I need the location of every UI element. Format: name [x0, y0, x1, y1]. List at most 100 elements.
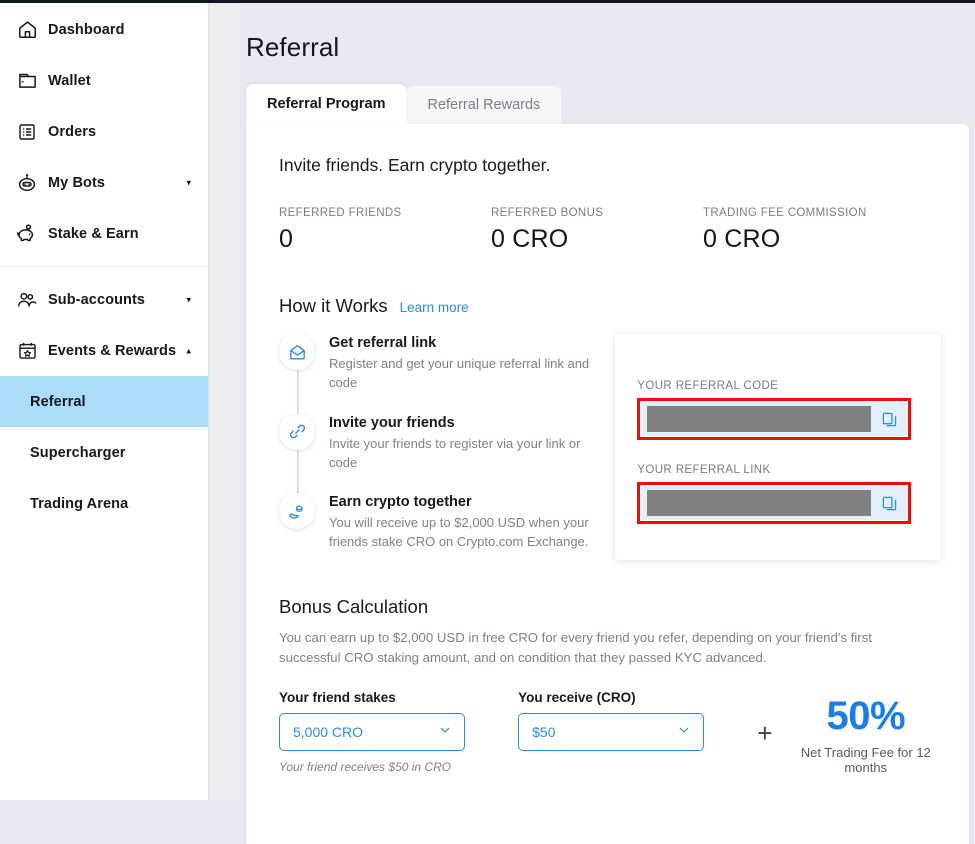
sidebar-item-sub-accounts[interactable]: Sub-accounts ▾ [0, 274, 208, 325]
referral-link-field[interactable] [641, 486, 907, 520]
you-receive-selected-value: $50 [532, 723, 556, 740]
referral-code-field[interactable] [641, 402, 907, 436]
you-receive-field-group: You receive (CRO) $50 [518, 689, 705, 751]
sidebar-item-label: My Bots [48, 174, 106, 191]
chevron-down-icon [438, 723, 452, 740]
stat-trading-fee-commission: TRADING FEE COMMISSION 0 CRO [703, 207, 867, 254]
chevron-down-icon [677, 723, 691, 740]
piggy-bank-icon [14, 221, 40, 247]
wallet-icon [14, 68, 40, 94]
sidebar-item-label: Orders [48, 123, 97, 140]
chain-link-icon [279, 413, 315, 450]
how-it-works-header: How it Works Learn more [279, 295, 941, 317]
friend-stake-select[interactable]: 5,000 CRO [279, 712, 466, 751]
stat-referred-friends: REFERRED FRIENDS 0 [279, 207, 491, 254]
friend-stake-label: Your friend stakes [279, 689, 396, 705]
chevron-up-icon[interactable]: ▴ [186, 346, 191, 355]
step-icon-column [279, 334, 321, 450]
stat-referred-bonus: REFERRED BONUS 0 CRO [491, 207, 703, 254]
bonus-calculation-section: Bonus Calculation You can earn up to $2,… [279, 596, 941, 775]
stat-label: REFERRED FRIENDS [279, 207, 402, 219]
bonus-calculation-description: You can earn up to $2,000 USD in free CR… [279, 630, 872, 666]
referral-code-label: YOUR REFERRAL CODE [637, 380, 779, 392]
chevron-down-icon[interactable]: ▾ [186, 178, 191, 187]
referral-code-redaction [647, 406, 871, 432]
you-receive-select[interactable]: $50 [518, 712, 705, 751]
copy-icon[interactable] [879, 495, 899, 512]
referral-link-label: YOUR REFERRAL LINK [637, 464, 771, 476]
referral-link-redaction [647, 490, 871, 516]
step-title: Earn crypto together [329, 494, 472, 511]
you-receive-label: You receive (CRO) [518, 689, 636, 705]
step-title: Invite your friends [329, 414, 455, 431]
calendar-star-icon [14, 338, 40, 364]
step-get-referral-link: Get referral link Register and get your … [279, 334, 607, 450]
step-icon-column [279, 413, 321, 530]
hero-headline: Invite friends. Earn crypto together. [279, 155, 551, 175]
copy-icon[interactable] [879, 411, 899, 428]
step-body: Get referral link Register and get your … [321, 334, 607, 393]
how-it-works-steps: Get referral link Register and get your … [274, 334, 607, 560]
referral-program-panel: Invite friends. Earn crypto together. RE… [246, 124, 969, 844]
sidebar-item-trading-arena[interactable]: Trading Arena [0, 478, 208, 529]
net-trading-fee-block: 50% Net Trading Fee for 12 months [790, 696, 941, 775]
sidebar-item-label: Stake & Earn [48, 225, 139, 242]
step-body: Earn crypto together You will receive up… [321, 493, 607, 552]
sidebar-item-events-and-rewards[interactable]: Events & Rewards ▴ [0, 325, 208, 376]
tab-referral-program[interactable]: Referral Program [246, 84, 407, 124]
sidebar-item-referral[interactable]: Referral [0, 376, 208, 427]
stat-label: REFERRED BONUS [491, 207, 604, 219]
learn-more-link[interactable]: Learn more [400, 300, 469, 315]
sidebar-subitem-label: Supercharger [30, 444, 126, 461]
plus-sign: + [757, 717, 773, 748]
main-content: Referral Referral Program Referral Rewar… [240, 0, 975, 844]
step-body: Invite your friends Invite your friends … [321, 414, 607, 473]
sidebar: Dashboard Wallet Orders My Bots ▾ Stake … [0, 0, 208, 800]
sidebar-secondary-group: Sub-accounts ▾ Events & Rewards ▴ Referr… [0, 270, 208, 529]
chevron-down-icon[interactable]: ▾ [186, 295, 191, 304]
friend-stake-selected-value: 5,000 CRO [293, 723, 364, 740]
home-icon [14, 17, 40, 43]
step-description: You will receive up to $2,000 USD when y… [329, 515, 589, 550]
referral-credentials-panel: YOUR REFERRAL CODE YOUR REFERRAL LINK [615, 334, 941, 560]
step-description: Register and get your unique referral li… [329, 356, 590, 390]
stat-value: 0 CRO [491, 225, 569, 253]
stats-row: REFERRED FRIENDS 0 REFERRED BONUS 0 CRO … [279, 207, 941, 254]
step-icon-column [279, 493, 321, 552]
tab-bar: Referral Program Referral Rewards [240, 84, 975, 124]
orders-list-icon [14, 119, 40, 145]
stat-value: 0 CRO [703, 225, 781, 253]
sidebar-item-label: Dashboard [48, 21, 125, 38]
stat-value: 0 [279, 225, 294, 253]
sidebar-item-label: Wallet [48, 72, 91, 89]
how-it-works-and-referral-row: Get referral link Register and get your … [274, 334, 941, 560]
sidebar-subitem-label: Trading Arena [30, 495, 129, 512]
step-earn-crypto-together: Earn crypto together You will receive up… [279, 493, 607, 552]
net-trading-fee-caption: Net Trading Fee for 12 months [800, 744, 931, 775]
sidebar-item-stake-and-earn[interactable]: Stake & Earn [0, 208, 208, 259]
sidebar-primary-group: Dashboard Wallet Orders My Bots ▾ Stake … [0, 0, 208, 259]
sidebar-item-supercharger[interactable]: Supercharger [0, 427, 208, 478]
sidebar-item-orders[interactable]: Orders [0, 106, 208, 157]
tab-label: Referral Program [267, 96, 386, 112]
tab-referral-rewards[interactable]: Referral Rewards [406, 86, 562, 124]
sidebar-divider [0, 266, 208, 267]
sidebar-item-my-bots[interactable]: My Bots ▾ [0, 157, 208, 208]
hand-coins-icon [279, 493, 315, 530]
sidebar-item-dashboard[interactable]: Dashboard [0, 4, 208, 55]
step-invite-your-friends: Invite your friends Invite your friends … [279, 413, 607, 530]
page-title: Referral [246, 32, 340, 62]
top-bar-strip [0, 0, 975, 3]
tab-label: Referral Rewards [427, 97, 541, 113]
friend-receives-note: Your friend receives $50 in CRO [279, 759, 452, 774]
robot-icon [14, 170, 40, 196]
sidebar-subitem-label: Referral [30, 393, 86, 410]
net-trading-fee-percent: 50% [826, 693, 906, 738]
bonus-calculator-row: Your friend stakes 5,000 CRO Your friend… [279, 690, 941, 775]
step-description: Invite your friends to register via your… [329, 435, 581, 470]
friend-stake-field-group: Your friend stakes 5,000 CRO Your friend… [279, 689, 466, 774]
referral-link-highlight-box [637, 482, 911, 524]
stat-label: TRADING FEE COMMISSION [703, 207, 867, 219]
users-icon [14, 287, 40, 313]
sidebar-item-wallet[interactable]: Wallet [0, 55, 208, 106]
